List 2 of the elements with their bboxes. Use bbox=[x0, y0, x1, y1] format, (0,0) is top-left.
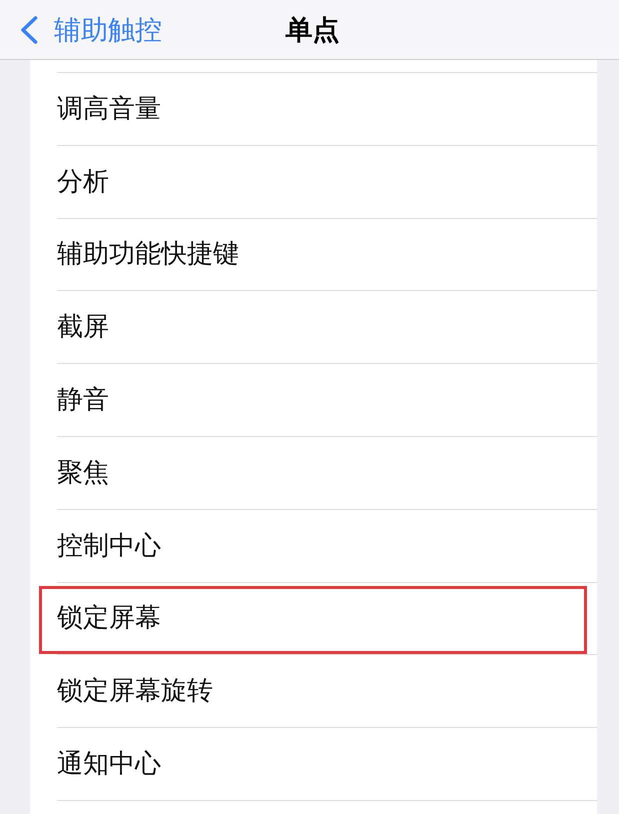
chevron-icon bbox=[20, 16, 38, 44]
nav-title: 单点 bbox=[284, 14, 340, 46]
